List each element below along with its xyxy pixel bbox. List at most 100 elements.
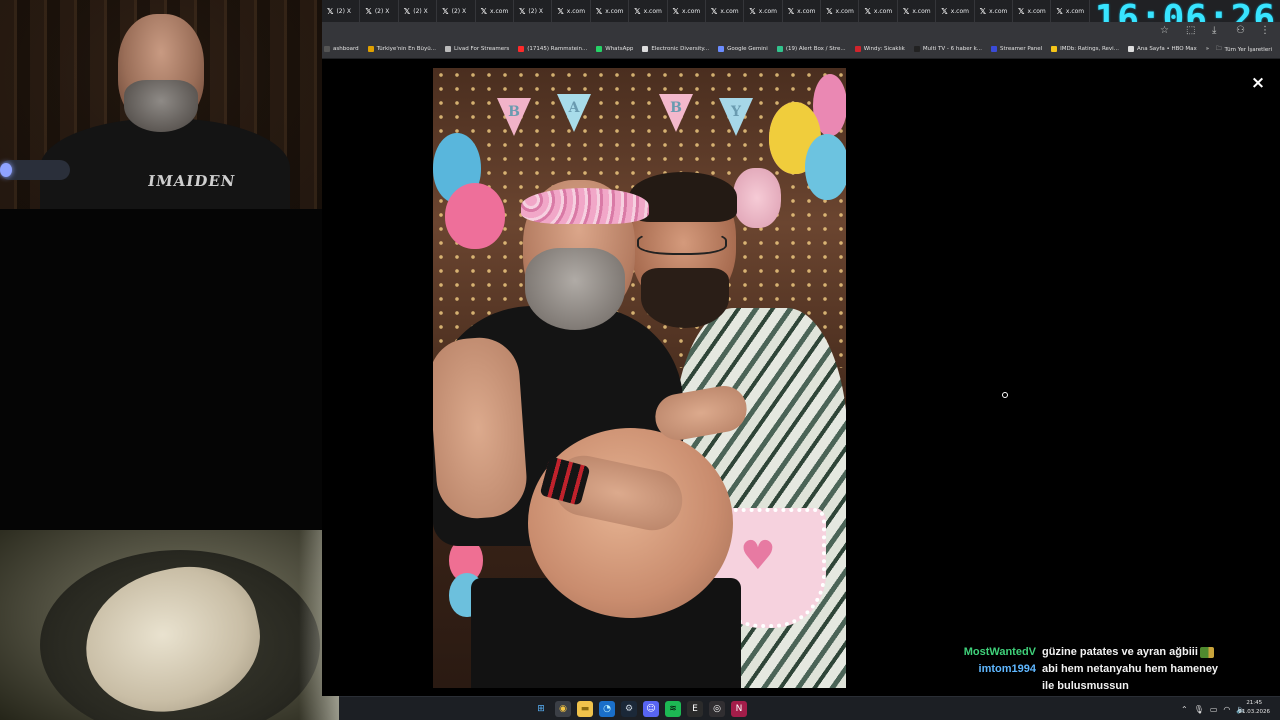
tab-label: x.com <box>912 7 931 15</box>
browser-tab[interactable]: 𝕏x.com <box>668 0 706 22</box>
star-icon[interactable]: ☆ <box>1160 25 1169 36</box>
bookmark-item[interactable]: Türkiye'nin En Büyü... <box>367 46 437 52</box>
bookmark-item[interactable]: IMDb: Ratings, Revi... <box>1051 46 1119 52</box>
tab-label: x.com <box>681 7 701 15</box>
bookmark-item[interactable]: (19) Alert Box / Stre... <box>776 46 846 52</box>
browser-tab[interactable]: 𝕏x.com <box>591 0 630 22</box>
browser-tab[interactable]: 𝕏 (2) X <box>322 0 361 22</box>
tab-label: x.com <box>643 7 662 15</box>
chat-text: güzine patates ve ayran ağbiii <box>1042 644 1232 661</box>
bookmark-item[interactable]: (17145) Rammstein... <box>518 46 587 52</box>
steam-icon[interactable]: ⚙ <box>621 701 637 717</box>
tab-label: x.com <box>720 7 739 15</box>
wifi-icon[interactable]: ◠ <box>1223 705 1230 714</box>
discord-icon[interactable]: ☺ <box>643 701 659 717</box>
browser-tab[interactable]: 𝕏 (2) X <box>399 0 438 22</box>
browser-tab[interactable]: 𝕏x.com <box>821 0 860 22</box>
bookmark-item[interactable]: Ana Sayfa • HBO Max <box>1127 46 1197 52</box>
bookmark-item[interactable]: Electronic Diversity... <box>642 46 709 52</box>
browser-tab[interactable]: 𝕏x.com <box>552 0 591 22</box>
x-icon: 𝕏 <box>595 6 603 16</box>
bookmark-favicon-icon <box>913 46 920 52</box>
x-icon: 𝕏 <box>672 6 679 16</box>
file-explorer-icon[interactable]: ▬ <box>577 701 593 717</box>
bookmark-item[interactable]: WhatsApp <box>596 46 633 52</box>
browser-tab[interactable]: 𝕏x.com <box>783 0 822 22</box>
bookmark-label: Türkiye'nin En Büyü... <box>376 46 437 52</box>
screen: IMAIDEN 𝕏 (2) X 𝕏 (2) X 𝕏 (2) X 𝕏 (2) X 𝕏x.com 𝕏(… <box>0 0 1280 720</box>
bookmark-item[interactable]: Windy: Sicaklık <box>854 46 905 52</box>
bookmark-favicon-icon <box>1051 46 1058 52</box>
x-icon: 𝕏 <box>518 6 526 16</box>
microphone-light <box>0 163 12 177</box>
all-bookmarks-button[interactable]: 🗀 Tüm Yer İşaretleri <box>1216 45 1272 54</box>
bookmark-item[interactable]: ashboard <box>324 46 359 52</box>
browser-tab[interactable]: 𝕏 (2) X <box>514 0 553 22</box>
bookmark-label: ashboard <box>333 46 359 52</box>
close-viewer-button[interactable]: × <box>1250 74 1266 92</box>
bookmark-label: Google Gemini <box>727 46 768 52</box>
tab-label: x.com <box>758 7 778 15</box>
microphone-icon[interactable]: 🎙 <box>1194 705 1204 714</box>
bookmark-favicon-icon <box>854 46 861 52</box>
bookmark-favicon-icon <box>1127 46 1134 52</box>
extensions-icon[interactable]: ⬚ <box>1186 25 1195 36</box>
bookmark-item[interactable]: Streamer Panel <box>991 46 1042 52</box>
tab-label: x.com <box>873 7 893 15</box>
x-icon: 𝕏 <box>634 6 641 16</box>
streamer-beard <box>124 80 198 132</box>
x-icon: 𝕏 <box>941 6 948 16</box>
x-icon: 𝕏 <box>902 6 910 16</box>
browser-tab[interactable]: 𝕏x.com <box>1013 0 1052 22</box>
bookmark-item[interactable]: Livad For Streamers <box>445 46 509 52</box>
tab-label: x.com <box>490 7 509 15</box>
chat-emote-icon <box>1199 646 1214 658</box>
bookmark-item[interactable]: Multi TV - 6 haber k... <box>913 46 982 52</box>
obs-icon[interactable]: ◎ <box>709 701 725 717</box>
teddy-bear <box>733 168 781 228</box>
bookmarks-overflow-button[interactable]: » <box>1206 46 1209 52</box>
browser-tab[interactable]: 𝕏 (2) X <box>437 0 476 22</box>
tray-chevron-icon[interactable]: ⌃ <box>1181 705 1188 714</box>
x-icon: 𝕏 <box>403 6 411 16</box>
x-icon: 𝕏 <box>979 6 987 16</box>
edge-icon[interactable]: ◔ <box>599 701 615 717</box>
profile-icon[interactable]: ⚇ <box>1236 25 1245 36</box>
browser-tab[interactable]: 𝕏x.com <box>936 0 975 22</box>
tab-label: (2) X <box>374 7 390 15</box>
chat-message: imtom1994 abi hem netanyahu hem hameney i… <box>900 661 1270 695</box>
bookmark-favicon-icon <box>718 46 725 52</box>
browser-tab[interactable]: 𝕏x.com <box>975 0 1014 22</box>
bookmark-favicon-icon <box>776 46 783 52</box>
chat-username[interactable]: imtom1994 <box>900 661 1036 695</box>
windows-icon[interactable]: ⊞ <box>533 701 549 717</box>
tab-label: x.com <box>1065 7 1085 15</box>
spotify-icon[interactable]: ≋ <box>665 701 681 717</box>
chat-text-content: güzine patates ve ayran ağbiii <box>1042 646 1198 658</box>
menu-icon[interactable]: ⋮ <box>1260 25 1270 36</box>
viewed-photo: BABY ♥ <box>433 68 846 688</box>
epic-games-icon[interactable]: E <box>687 701 703 717</box>
chat-message: MostWantedV güzine patates ve ayran ağbii… <box>900 644 1270 661</box>
browser-tab[interactable]: 𝕏x.com <box>898 0 937 22</box>
browser-tab[interactable]: 𝕏x.com <box>859 0 898 22</box>
folder-icon: 🗀 <box>1216 46 1222 52</box>
browser-tab[interactable]: 𝕏x.com <box>744 0 783 22</box>
bookmark-favicon-icon <box>518 46 525 52</box>
display-icon[interactable]: ▭ <box>1210 705 1218 714</box>
browser-tab[interactable]: 𝕏x.com <box>706 0 745 22</box>
tab-label: x.com <box>950 7 969 15</box>
browser-tab[interactable]: 𝕏x.com <box>1051 0 1090 22</box>
browser-tab[interactable]: 𝕏x.com <box>476 0 514 22</box>
chrome-icon[interactable]: ◉ <box>555 701 571 717</box>
taskbar-clock[interactable]: 21:45 21.03.2026 <box>1239 699 1271 717</box>
man-beard <box>641 268 729 328</box>
download-icon[interactable]: ⤓ <box>1212 25 1216 36</box>
browser-tab[interactable]: 𝕏 (2) X <box>360 0 399 22</box>
browser-tab[interactable]: 𝕏x.com <box>629 0 668 22</box>
bookmark-item[interactable]: Google Gemini <box>718 46 768 52</box>
kick-icon[interactable]: N <box>731 701 747 717</box>
x-icon: 𝕏 <box>710 6 718 16</box>
tab-label: x.com <box>566 7 586 15</box>
chat-username[interactable]: MostWantedV <box>900 644 1036 661</box>
